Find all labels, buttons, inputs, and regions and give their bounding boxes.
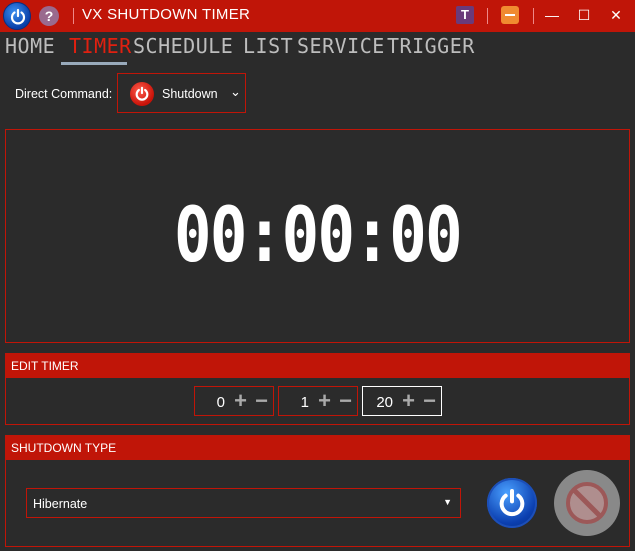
hours-stepper[interactable]: 0 + − (194, 386, 274, 416)
chevron-down-icon: ⌄ (230, 84, 241, 99)
tab-service[interactable]: SERVICE (297, 34, 385, 58)
hours-minus-button[interactable]: − (255, 387, 268, 415)
minimize-to-tray-icon[interactable] (501, 6, 519, 24)
title-separator (73, 8, 74, 24)
shutdown-type-dropdown[interactable]: Hibernate ▼ (26, 488, 461, 518)
close-button[interactable]: ✕ (604, 4, 628, 26)
window-title: VX SHUTDOWN TIMER (82, 6, 251, 23)
title-bar: ? VX SHUTDOWN TIMER T — ☐ ✕ (0, 0, 635, 32)
hours-plus-button[interactable]: + (234, 387, 247, 415)
start-timer-power-button[interactable] (487, 478, 537, 528)
title-separator (533, 8, 534, 24)
tab-home[interactable]: HOME (5, 34, 55, 58)
seconds-plus-button[interactable]: + (402, 387, 415, 415)
direct-command-value: Shutdown (162, 87, 218, 101)
timer-panel: 00:00:00 (5, 129, 630, 343)
title-separator (487, 8, 488, 24)
shutdown-type-header: SHUTDOWN TYPE (5, 435, 630, 460)
minutes-plus-button[interactable]: + (318, 387, 331, 415)
seconds-value[interactable]: 20 (376, 394, 393, 411)
tab-list[interactable]: LIST (243, 34, 293, 58)
main-nav: HOME TIMER SCHEDULE LIST SERVICE TRIGGER (0, 32, 635, 65)
app-power-icon[interactable] (3, 2, 31, 30)
edit-timer-header: EDIT TIMER (5, 353, 630, 378)
minutes-stepper[interactable]: 1 + − (278, 386, 358, 416)
edit-timer-heading: EDIT TIMER (11, 359, 79, 373)
t-tool-icon[interactable]: T (456, 6, 474, 24)
hours-value[interactable]: 0 (217, 394, 225, 411)
seconds-stepper[interactable]: 20 + − (362, 386, 442, 416)
minutes-minus-button[interactable]: − (339, 387, 352, 415)
minutes-value[interactable]: 1 (301, 394, 309, 411)
shutdown-type-value: Hibernate (33, 497, 88, 511)
tab-trigger[interactable]: TRIGGER (387, 34, 475, 58)
minimize-button[interactable]: — (540, 4, 564, 26)
shutdown-power-icon (130, 82, 154, 106)
tab-timer[interactable]: TIMER (69, 34, 132, 58)
direct-command-label: Direct Command: (15, 87, 113, 101)
tab-schedule[interactable]: SCHEDULE (133, 34, 233, 58)
timer-display: 00:00:00 (173, 190, 463, 279)
dropdown-arrow-icon: ▼ (443, 497, 452, 507)
prohibited-icon (566, 482, 608, 524)
seconds-minus-button[interactable]: − (423, 387, 436, 415)
cancel-timer-button[interactable] (554, 470, 620, 536)
direct-command-dropdown[interactable]: Shutdown ⌄ (117, 73, 246, 113)
shutdown-type-heading: SHUTDOWN TYPE (11, 441, 117, 455)
active-tab-indicator (61, 62, 127, 65)
maximize-button[interactable]: ☐ (572, 4, 596, 26)
help-icon[interactable]: ? (39, 6, 59, 26)
